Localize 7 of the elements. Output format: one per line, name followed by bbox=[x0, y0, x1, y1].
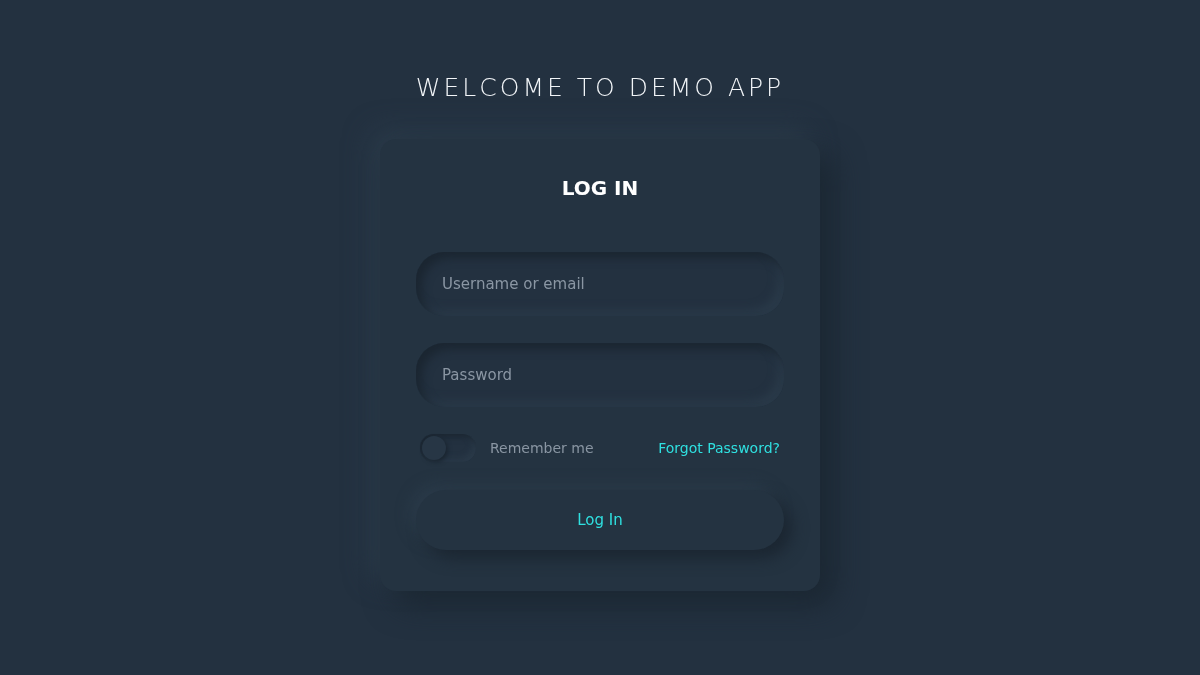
password-field[interactable]: Password bbox=[416, 343, 784, 407]
page-title: WELCOME TO DEMO APP bbox=[415, 72, 785, 104]
forgot-password-link[interactable]: Forgot Password? bbox=[658, 440, 780, 456]
remember-label: Remember me bbox=[490, 440, 594, 456]
card-title: LOG IN bbox=[561, 175, 639, 202]
username-field[interactable]: Username or email bbox=[416, 252, 784, 316]
login-button[interactable]: Log In bbox=[416, 490, 784, 550]
